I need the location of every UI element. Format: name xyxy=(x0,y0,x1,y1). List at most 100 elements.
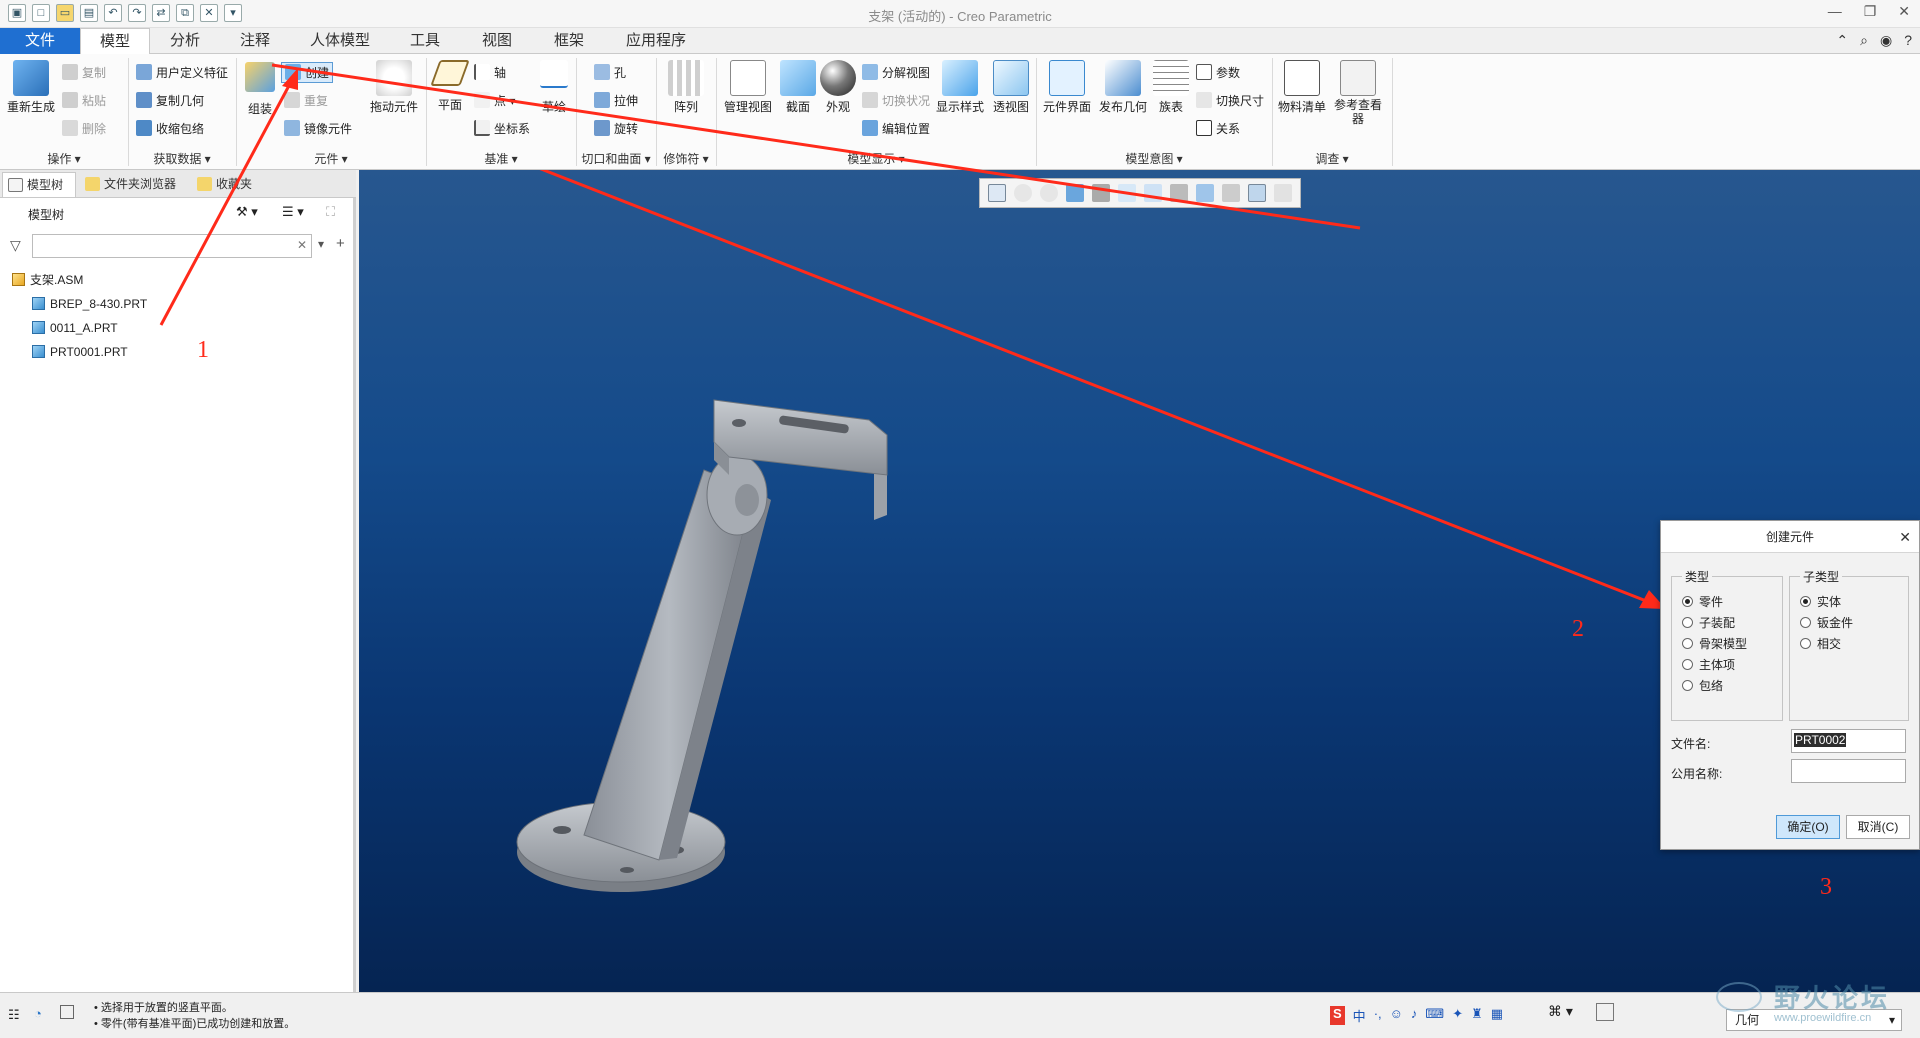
tab-annotate[interactable]: 注释 xyxy=(220,28,290,54)
group-cut-surface[interactable]: 切口和曲面 ▾ xyxy=(576,150,656,167)
group-operations[interactable]: 操作 ▾ xyxy=(0,150,128,167)
copy-button[interactable]: 复制 xyxy=(62,64,106,81)
group-components[interactable]: 元件 ▾ xyxy=(236,150,426,167)
drag-components-button[interactable]: 拖动元件 xyxy=(368,60,420,115)
create-component-button[interactable]: 创建 xyxy=(281,62,334,83)
add-filter-icon[interactable]: + xyxy=(336,235,345,252)
tree-search-input[interactable]: ✕ xyxy=(32,234,312,258)
section-button[interactable]: 截面 xyxy=(778,60,818,115)
delete-button[interactable]: 删除 xyxy=(62,120,106,137)
tree-filter-icon[interactable]: ⛶ xyxy=(326,204,335,220)
ime-shirt-icon[interactable]: ♜ xyxy=(1471,1006,1483,1025)
sketch-button[interactable]: 草绘 xyxy=(536,60,572,115)
clear-search-icon[interactable]: ✕ xyxy=(297,238,307,252)
group-modifiers[interactable]: 修饰符 ▾ xyxy=(656,150,716,167)
copy-geometry-button[interactable]: 复制几何 xyxy=(136,92,204,109)
ime-lang-icon[interactable]: 中 xyxy=(1353,1006,1366,1025)
radio-part[interactable]: 零件 xyxy=(1682,593,1723,610)
search-icon[interactable]: ⌕ xyxy=(1860,32,1868,49)
paste-button[interactable]: 粘贴 xyxy=(62,92,106,109)
cancel-button[interactable]: 取消(C) xyxy=(1846,815,1910,839)
shrinkwrap-button[interactable]: 收缩包络 xyxy=(136,120,204,137)
appearance-button[interactable]: 外观 xyxy=(818,60,858,115)
repeat-button[interactable]: 重复 xyxy=(284,92,328,109)
radio-bulk-item[interactable]: 主体项 xyxy=(1682,656,1735,673)
radio-envelope[interactable]: 包络 xyxy=(1682,677,1723,694)
ime-punct-icon[interactable]: ·, xyxy=(1374,1006,1382,1025)
minimize-icon[interactable]: — xyxy=(1828,3,1842,20)
udf-button[interactable]: 用户定义特征 xyxy=(136,64,228,81)
nav-toggle-icon[interactable]: ☷ xyxy=(8,1007,20,1023)
ime-logo-icon[interactable]: S xyxy=(1330,1006,1345,1025)
tab-tools[interactable]: 工具 xyxy=(390,28,460,54)
edit-position-button[interactable]: 编辑位置 xyxy=(862,120,930,137)
bom-button[interactable]: 物料清单 xyxy=(1276,60,1328,115)
perspective-button[interactable]: 透视图 xyxy=(990,60,1032,115)
radio-subassembly[interactable]: 子装配 xyxy=(1682,614,1735,631)
publish-geometry-button[interactable]: 发布几何 xyxy=(1096,60,1150,115)
toggle-status-button[interactable]: 切换状况 xyxy=(862,92,930,109)
close-icon[interactable]: ✕ xyxy=(1899,521,1911,553)
tab-applications[interactable]: 应用程序 xyxy=(606,28,706,54)
tab-analysis[interactable]: 分析 xyxy=(150,28,220,54)
tree-root-item[interactable]: 支架.ASM xyxy=(12,268,147,292)
ime-mic-icon[interactable]: ♪ xyxy=(1411,1006,1418,1025)
radio-solid[interactable]: 实体 xyxy=(1800,593,1841,610)
tab-favorites[interactable]: 收藏夹 xyxy=(192,172,264,197)
collapse-ribbon-icon[interactable]: ⌃ xyxy=(1836,32,1848,49)
relations-button[interactable]: 关系 xyxy=(1196,120,1240,137)
assemble-button[interactable]: 组装 xyxy=(240,62,280,117)
group-investigate[interactable]: 调查 ▾ xyxy=(1272,150,1392,167)
point-button[interactable]: 点 ▾ xyxy=(474,92,515,109)
radio-sheetmetal[interactable]: 钣金件 xyxy=(1800,614,1853,631)
component-interface-button[interactable]: 元件界面 xyxy=(1040,60,1094,115)
mirror-component-button[interactable]: 镜像元件 xyxy=(284,120,352,137)
tab-file[interactable]: 文件 xyxy=(0,28,80,54)
tree-item[interactable]: PRT0001.PRT xyxy=(12,340,147,364)
search-dropdown-icon[interactable]: ▾ xyxy=(318,237,324,251)
revolve-button[interactable]: 旋转 xyxy=(594,120,638,137)
find-icon[interactable]: ⌘ ▾ xyxy=(1548,1003,1573,1020)
display-style-button[interactable]: 显示样式 xyxy=(934,60,986,115)
group-model-intent[interactable]: 模型意图 ▾ xyxy=(1036,150,1272,167)
csys-button[interactable]: 坐标系 xyxy=(474,120,530,137)
ime-skin-icon[interactable]: ✦ xyxy=(1452,1006,1463,1025)
ime-keyboard-icon[interactable]: ⌨ xyxy=(1425,1006,1444,1025)
tab-model[interactable]: 模型 xyxy=(80,28,150,55)
tree-settings-icon[interactable]: ⚒ ▾ xyxy=(236,204,258,220)
group-get-data[interactable]: 获取数据 ▾ xyxy=(128,150,236,167)
axis-button[interactable]: 轴 xyxy=(474,64,506,81)
hole-button[interactable]: 孔 xyxy=(594,64,626,81)
tree-columns-icon[interactable]: ☰ ▾ xyxy=(282,204,304,220)
parameters-button[interactable]: 参数 xyxy=(1196,64,1240,81)
ime-grid-icon[interactable]: ▦ xyxy=(1491,1006,1503,1025)
reference-viewer-button[interactable]: 参考查看器 xyxy=(1330,60,1386,126)
tab-manikin[interactable]: 人体模型 xyxy=(290,28,390,54)
group-datum[interactable]: 基准 ▾ xyxy=(426,150,576,167)
help-icon[interactable]: ? xyxy=(1904,32,1912,49)
family-table-button[interactable]: 族表 xyxy=(1152,60,1190,115)
switch-dimensions-button[interactable]: 切换尺寸 xyxy=(1196,92,1264,109)
extrude-button[interactable]: 拉伸 xyxy=(594,92,638,109)
group-model-display[interactable]: 模型显示 ▾ xyxy=(716,150,1036,167)
ok-button[interactable]: 确定(O) xyxy=(1776,815,1840,839)
regenerate-button[interactable]: 重新生成 xyxy=(6,60,56,115)
tab-model-tree[interactable]: 模型树 xyxy=(2,172,76,197)
radio-intersect[interactable]: 相交 xyxy=(1800,635,1841,652)
tree-item[interactable]: 0011_A.PRT xyxy=(12,316,147,340)
tab-folder-browser[interactable]: 文件夹浏览器 xyxy=(80,172,188,197)
community-icon[interactable]: ◉ xyxy=(1880,32,1892,49)
fullscreen-icon[interactable] xyxy=(60,1005,74,1019)
tab-view[interactable]: 视图 xyxy=(462,28,532,54)
restore-icon[interactable]: ❐ xyxy=(1864,3,1877,20)
browser-toggle-icon[interactable]: ◔ xyxy=(34,1006,42,1021)
tree-item[interactable]: BREP_8-430.PRT xyxy=(12,292,147,316)
manage-views-button[interactable]: 管理视图 xyxy=(722,60,774,115)
pattern-button[interactable]: 阵列 xyxy=(664,60,708,115)
close-icon[interactable]: ✕ xyxy=(1898,3,1910,20)
radio-skeleton[interactable]: 骨架模型 xyxy=(1682,635,1747,652)
explode-view-button[interactable]: 分解视图 xyxy=(862,64,930,81)
filename-field[interactable]: PRT0002 xyxy=(1791,729,1906,753)
ime-emoji-icon[interactable]: ☺ xyxy=(1390,1006,1403,1025)
plane-button[interactable]: 平面 xyxy=(430,60,470,113)
